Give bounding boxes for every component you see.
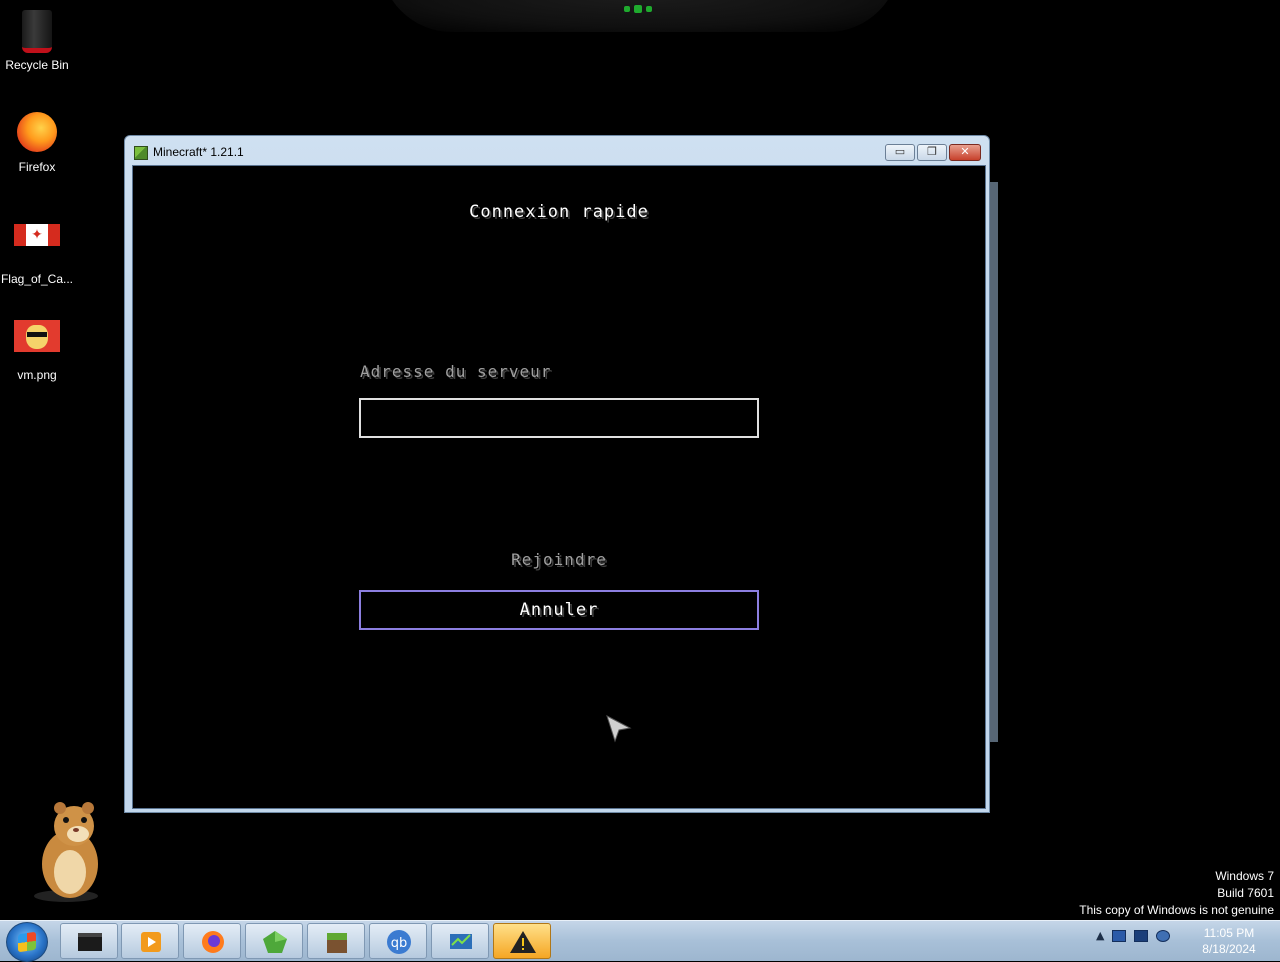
server-address-input[interactable] bbox=[359, 398, 759, 438]
windows-watermark: Windows 7 Build 7601 This copy of Window… bbox=[1079, 868, 1274, 919]
svg-text:qb: qb bbox=[391, 936, 408, 951]
desktop-icon-vm-png[interactable]: vm.png bbox=[0, 312, 74, 382]
window-title: Minecraft* 1.21.1 bbox=[153, 145, 244, 159]
game-screen: Connexion rapide Adresse du serveur Rejo… bbox=[132, 165, 986, 809]
warning-icon bbox=[510, 931, 536, 953]
dock-indicator-icon bbox=[624, 5, 652, 13]
window-edge bbox=[990, 182, 998, 742]
desktop-icon-label: Firefox bbox=[18, 160, 56, 174]
firefox-icon bbox=[202, 931, 224, 953]
join-button[interactable]: Rejoindre bbox=[133, 550, 985, 569]
canada-flag-icon: ✦ bbox=[13, 224, 61, 270]
window-caption-buttons: ▭ ❐ ✕ bbox=[885, 144, 981, 161]
taskbar-app-minecraft[interactable] bbox=[307, 923, 365, 959]
show-hidden-icons-button[interactable]: ▲ bbox=[1096, 929, 1104, 942]
taskbar-app-firefox[interactable] bbox=[183, 923, 241, 959]
desktop-icon-label: vm.png bbox=[17, 368, 57, 382]
desktop-icon-recycle-bin[interactable]: Recycle Bin bbox=[0, 6, 74, 72]
minecraft-grass-block-icon bbox=[134, 146, 148, 160]
media-player-icon bbox=[141, 932, 161, 952]
network-icon[interactable] bbox=[1134, 929, 1149, 942]
desktop-icon-label: Flag_of_Ca... bbox=[0, 272, 74, 286]
system-tray: ▲ bbox=[1096, 929, 1171, 942]
maximize-button[interactable]: ❐ bbox=[917, 144, 947, 161]
minecraft-icon bbox=[327, 933, 347, 953]
hamster-pet-icon[interactable] bbox=[30, 800, 114, 904]
watermark-build: Build 7601 bbox=[1217, 886, 1274, 900]
taskbar-app-terminal[interactable] bbox=[60, 923, 118, 959]
green-gem-icon bbox=[263, 931, 287, 953]
minimize-button[interactable]: ▭ bbox=[885, 144, 915, 161]
taskbar-clock[interactable]: 11:05 PM 8/18/2024 bbox=[1196, 925, 1262, 957]
cancel-button[interactable]: Annuler bbox=[359, 590, 759, 630]
window-titlebar[interactable]: Minecraft* 1.21.1 ▭ ❐ ✕ bbox=[125, 136, 989, 166]
monitor-app-icon bbox=[450, 934, 472, 949]
mouse-cursor-icon bbox=[606, 715, 632, 743]
desktop-icon-firefox[interactable]: Firefox bbox=[0, 108, 74, 174]
terminal-icon bbox=[78, 933, 102, 951]
firefox-icon bbox=[13, 112, 61, 158]
watermark-os: Windows 7 bbox=[1215, 869, 1274, 883]
taskbar-app-monitor[interactable] bbox=[431, 923, 489, 959]
qbittorrent-icon: qb bbox=[387, 930, 411, 954]
volume-icon[interactable] bbox=[1156, 929, 1171, 942]
clock-date: 8/18/2024 bbox=[1202, 942, 1256, 956]
taskbar-app-green-gem[interactable] bbox=[245, 923, 303, 959]
action-center-icon[interactable] bbox=[1112, 929, 1127, 942]
server-address-label: Adresse du serveur bbox=[360, 362, 552, 381]
recycle-bin-icon bbox=[13, 10, 61, 56]
taskbar-app-warning[interactable] bbox=[493, 923, 551, 959]
clock-time: 11:05 PM bbox=[1203, 926, 1255, 940]
close-button[interactable]: ✕ bbox=[949, 144, 981, 161]
page-title: Connexion rapide bbox=[469, 202, 649, 222]
taskbar-app-qbittorrent[interactable]: qb bbox=[369, 923, 427, 959]
desktop-icon-label: Recycle Bin bbox=[5, 58, 69, 72]
taskbar: qb ▲ 11:05 PM 8/18/2024 bbox=[0, 920, 1280, 962]
image-file-icon bbox=[13, 320, 61, 366]
minecraft-window: Minecraft* 1.21.1 ▭ ❐ ✕ Connexion rapide… bbox=[124, 135, 990, 813]
top-dock bbox=[380, 0, 900, 32]
start-button[interactable] bbox=[6, 922, 48, 962]
watermark-genuine: This copy of Windows is not genuine bbox=[1079, 903, 1274, 917]
desktop-icon-flag-of-canada[interactable]: ✦ Flag_of_Ca... bbox=[0, 210, 74, 286]
taskbar-app-media-player[interactable] bbox=[121, 923, 179, 959]
